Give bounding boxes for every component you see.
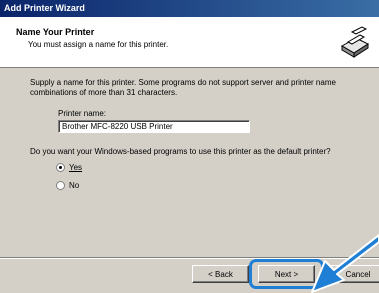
radio-button-no[interactable]	[56, 181, 65, 190]
pointer-arrow-icon	[311, 234, 379, 293]
window-title: Add Printer Wizard	[4, 3, 85, 13]
description-text: Supply a name for this printer. Some pro…	[30, 78, 336, 97]
wizard-header: Name Your Printer You must assign a name…	[0, 17, 379, 68]
printer-icon	[341, 26, 370, 58]
radio-no-label: No	[69, 181, 80, 190]
page-title: Name Your Printer	[16, 27, 95, 37]
printer-name-label: Printer name:	[58, 109, 107, 118]
radio-yes[interactable]: Yes	[56, 163, 82, 172]
title-bar: Add Printer Wizard	[0, 0, 379, 17]
default-printer-question: Do you want your Windows-based programs …	[30, 147, 331, 156]
printer-name-input[interactable]	[58, 120, 250, 133]
radio-no[interactable]: No	[56, 181, 79, 190]
back-button[interactable]: < Back	[192, 265, 249, 283]
page-subtitle: You must assign a name for this printer.	[28, 40, 169, 49]
radio-yes-label: Yes	[69, 163, 83, 172]
radio-button-yes[interactable]	[56, 163, 65, 172]
